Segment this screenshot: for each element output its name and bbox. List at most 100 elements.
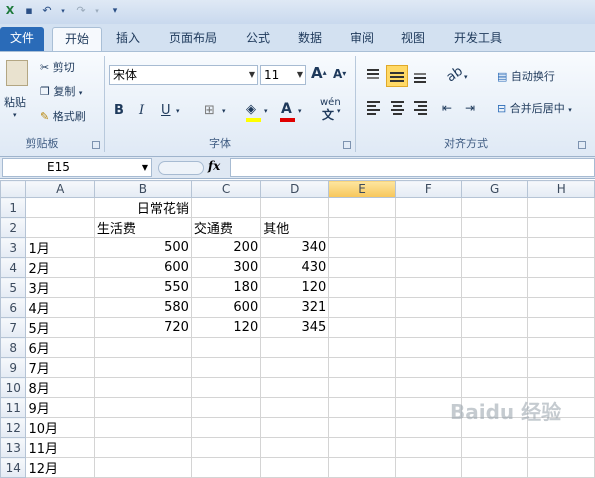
- cell[interactable]: [260, 197, 330, 219]
- underline-button[interactable]: U: [161, 102, 171, 120]
- cell[interactable]: [527, 457, 595, 478]
- cell[interactable]: [527, 217, 595, 239]
- cell[interactable]: [394, 377, 462, 399]
- align-bottom-button[interactable]: [411, 67, 429, 85]
- row-header[interactable]: 9: [0, 357, 27, 379]
- italic-button[interactable]: I: [139, 102, 144, 120]
- cell[interactable]: 120: [260, 277, 330, 299]
- cell[interactable]: [93, 417, 192, 439]
- cut-button[interactable]: ✂ 剪切: [40, 59, 75, 77]
- cell[interactable]: 日常花销: [93, 197, 192, 219]
- name-box-dropdown-icon[interactable]: ▼: [142, 159, 148, 176]
- select-all-corner[interactable]: [0, 179, 27, 199]
- cell[interactable]: [328, 297, 396, 319]
- cell[interactable]: [328, 277, 396, 299]
- copy-dropdown-icon[interactable]: ▾: [79, 89, 83, 97]
- cell[interactable]: 其他: [260, 217, 330, 239]
- row-header[interactable]: 6: [0, 297, 27, 319]
- merge-dropdown-icon[interactable]: ▾: [568, 106, 572, 114]
- redo-icon[interactable]: ↷: [74, 4, 88, 18]
- borders-dropdown-icon[interactable]: ▾: [222, 102, 226, 120]
- cell[interactable]: [328, 197, 396, 219]
- clipboard-launcher-icon[interactable]: [92, 141, 100, 149]
- cell[interactable]: 12月: [25, 457, 95, 478]
- cell[interactable]: [527, 377, 595, 399]
- cell[interactable]: 1月: [25, 237, 95, 259]
- font-color-dropdown-icon[interactable]: ▾: [298, 102, 302, 120]
- cell[interactable]: 5月: [25, 317, 95, 339]
- cell[interactable]: [527, 357, 595, 379]
- tab-view[interactable]: 视图: [393, 27, 433, 51]
- cell[interactable]: [93, 397, 192, 419]
- copy-button[interactable]: ❐ 复制 ▾: [40, 83, 82, 102]
- cell[interactable]: [328, 417, 396, 439]
- row-header[interactable]: 4: [0, 257, 27, 279]
- align-center-button[interactable]: [388, 99, 406, 117]
- cell[interactable]: 交通费: [190, 217, 262, 239]
- cell[interactable]: 9月: [25, 397, 95, 419]
- tab-review[interactable]: 审阅: [342, 27, 382, 51]
- formula-bar-splitter[interactable]: [158, 161, 204, 175]
- cell[interactable]: [190, 357, 262, 379]
- cell[interactable]: [328, 357, 396, 379]
- column-header[interactable]: G: [460, 179, 529, 199]
- undo-icon[interactable]: ↶: [40, 4, 54, 18]
- cell[interactable]: [93, 337, 192, 359]
- fill-color-button[interactable]: ◈: [246, 101, 261, 122]
- cell[interactable]: 生活费: [93, 217, 192, 239]
- cell[interactable]: [260, 377, 330, 399]
- paste-button[interactable]: 粘贴 ▾: [2, 56, 32, 119]
- bold-button[interactable]: B: [114, 102, 124, 120]
- cell[interactable]: [394, 337, 462, 359]
- cell[interactable]: 430: [260, 257, 330, 279]
- cell[interactable]: 340: [260, 237, 330, 259]
- font-launcher-icon[interactable]: [343, 141, 351, 149]
- cell[interactable]: [460, 237, 529, 259]
- cell[interactable]: [25, 217, 95, 239]
- cell[interactable]: [394, 457, 462, 478]
- align-right-button[interactable]: [411, 99, 429, 117]
- cell[interactable]: [190, 197, 262, 219]
- cell[interactable]: [190, 337, 262, 359]
- tab-developer[interactable]: 开发工具: [446, 27, 510, 51]
- cell[interactable]: [25, 197, 95, 219]
- cell[interactable]: [93, 357, 192, 379]
- row-header[interactable]: 3: [0, 237, 27, 259]
- cell[interactable]: [460, 337, 529, 359]
- cell[interactable]: [260, 397, 330, 419]
- row-header[interactable]: 10: [0, 377, 27, 399]
- cell[interactable]: [527, 257, 595, 279]
- cell[interactable]: [460, 257, 529, 279]
- cell[interactable]: 120: [190, 317, 262, 339]
- cell[interactable]: 600: [190, 297, 262, 319]
- row-header[interactable]: 14: [0, 457, 27, 478]
- cell[interactable]: [328, 377, 396, 399]
- cell[interactable]: [328, 257, 396, 279]
- cell[interactable]: [460, 297, 529, 319]
- cell[interactable]: [460, 197, 529, 219]
- align-middle-button[interactable]: [386, 65, 408, 87]
- cell[interactable]: [260, 357, 330, 379]
- font-size-select[interactable]: 11 ▼: [260, 65, 306, 85]
- cell[interactable]: 4月: [25, 297, 95, 319]
- tab-home[interactable]: 开始: [52, 27, 102, 51]
- cell[interactable]: [190, 397, 262, 419]
- row-header[interactable]: 8: [0, 337, 27, 359]
- cell[interactable]: [394, 257, 462, 279]
- cell[interactable]: 2月: [25, 257, 95, 279]
- orientation-dropdown-icon[interactable]: ▾: [464, 68, 468, 86]
- column-header[interactable]: B: [93, 179, 192, 199]
- customize-toolbar-icon[interactable]: ▾: [108, 4, 122, 18]
- cell[interactable]: [460, 357, 529, 379]
- row-header[interactable]: 7: [0, 317, 27, 339]
- cell[interactable]: [190, 417, 262, 439]
- increase-indent-button[interactable]: ⇥: [465, 99, 475, 117]
- cell[interactable]: [394, 277, 462, 299]
- cell[interactable]: [527, 237, 595, 259]
- formula-input[interactable]: [230, 158, 595, 177]
- column-header[interactable]: D: [260, 179, 330, 199]
- cell[interactable]: [328, 217, 396, 239]
- fill-dropdown-icon[interactable]: ▾: [264, 102, 268, 120]
- cell[interactable]: 550: [93, 277, 192, 299]
- column-header-selected[interactable]: E: [328, 179, 396, 199]
